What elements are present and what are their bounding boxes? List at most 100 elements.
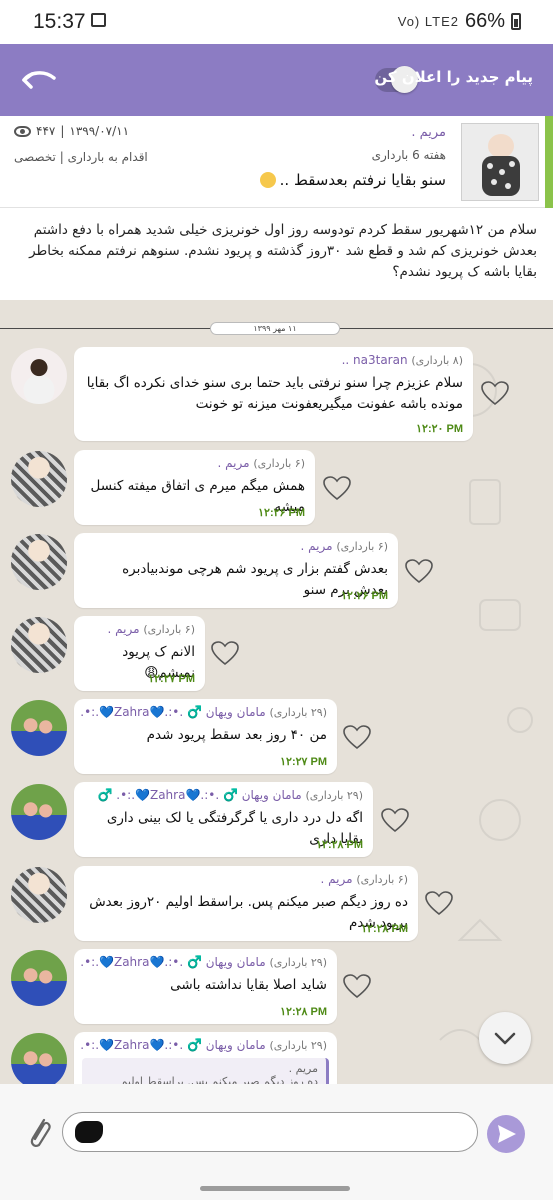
- sender-avatar[interactable]: [11, 784, 67, 840]
- topic-stats: ۱۳۹۹/۰۷/۱۱ | ۴۴۷: [14, 124, 129, 138]
- battery-icon: [511, 13, 521, 30]
- sender-week: (۶ بارداری): [356, 873, 408, 886]
- like-heart-icon[interactable]: [380, 807, 410, 833]
- sad-emoji-icon: [259, 172, 276, 188]
- date-separator: ۱۱ مهر ۱۳۹۹: [210, 322, 340, 335]
- topic-header[interactable]: مریم . هفته 6 بارداری سنو بقایا نرفتم بع…: [0, 116, 553, 208]
- sender-week: (۶ بارداری): [143, 623, 195, 636]
- sender-avatar[interactable]: [11, 700, 67, 756]
- message-time: ۱۲:۲۰ PM: [416, 423, 463, 435]
- message-text: من ۴۰ روز بعد سقط پریود شدم: [146, 727, 327, 743]
- topic-author-avatar[interactable]: [461, 123, 539, 201]
- sender-avatar[interactable]: [11, 348, 67, 404]
- network-icon: Vo) LTE2: [397, 14, 459, 29]
- status-bar: 15:37 Vo) LTE2 66%: [0, 0, 553, 44]
- message-time: ۱۲:۲۸ PM: [280, 1006, 327, 1018]
- sender-week: (۸ بارداری): [411, 354, 463, 367]
- message-time: ۱۲:۲۷ PM: [280, 756, 327, 768]
- message-sender[interactable]: (۶ بارداری) مریم .: [80, 539, 388, 553]
- message-text: شاید اصلا بقایا نداشته باشی: [170, 977, 327, 993]
- sender-name: ماما‌ن ویهان ♂️ .•:.💙Zahra💙.:•. ♂️: [80, 955, 266, 969]
- message-bubble[interactable]: (۶ بارداری) مریم . بعدش گفتم بزار ی پریو…: [74, 533, 398, 608]
- sender-week: (۲۹ بارداری): [305, 789, 363, 802]
- like-heart-icon[interactable]: [424, 890, 454, 916]
- sender-week: (۲۹ بارداری): [269, 706, 327, 719]
- quote-text: ده روز دیگم صبر میکنم پس. براسقط اولیم ۲…: [120, 1075, 318, 1084]
- message-sender[interactable]: (۸ بارداری) na3taran ..: [80, 353, 463, 367]
- sender-week: (۶ بارداری): [336, 540, 388, 553]
- message-bubble[interactable]: (۲۹ بارداری) ماما‌ن ویهان ♂️ .•:.💙Zahra💙…: [74, 699, 337, 774]
- like-heart-icon[interactable]: [210, 640, 240, 666]
- message-input-bar: [0, 1084, 553, 1200]
- message-time: ۱۲:۲۸ PM: [361, 923, 408, 935]
- topic-category: اقدام به بارداری | تخصصی: [14, 150, 148, 164]
- back-arrow-icon[interactable]: [20, 66, 58, 94]
- scroll-down-button[interactable]: [479, 1012, 531, 1064]
- chat-area[interactable]: ۱۱ مهر ۱۳۹۹ (۸ بارداری) na3taran .. سلام…: [0, 300, 553, 1084]
- sender-name: ماما‌ن ویهان ♂️ .•:.💙Zahra💙.:•. ♂️: [80, 1038, 266, 1052]
- topic-accent-bar: [545, 116, 553, 208]
- sender-week: (۲۹ بارداری): [269, 956, 327, 969]
- gallery-notification-icon: [91, 13, 106, 27]
- message-text: سلام عزیزم چرا سنو نرفتی باید حتما بری س…: [84, 373, 463, 415]
- message-bubble[interactable]: (۲۹ بارداری) ماما‌ن ویهان ♂️ .•:.💙Zahra💙…: [74, 949, 337, 1024]
- chevron-down-icon: [494, 1032, 516, 1045]
- sender-name: مریم .: [107, 622, 140, 636]
- topic-description: سلام من ۱۲شهریور سقط کردم تودوسه روز اول…: [0, 208, 553, 300]
- topic-date: ۱۳۹۹/۰۷/۱۱: [69, 124, 130, 138]
- status-time: 15:37: [33, 10, 86, 33]
- message-bubble[interactable]: (۶ بارداری) مریم . الانم ک پریود نمیشم😩 …: [74, 616, 205, 691]
- topic-title: سنو بقایا نرفتم بعدسقط ..: [259, 171, 446, 189]
- eye-icon: [14, 125, 31, 137]
- sender-week: (۲۹ بارداری): [269, 1039, 327, 1052]
- battery-percent: 66%: [464, 10, 505, 32]
- message-bubble[interactable]: (۲۹ بارداری) ماما‌ن ویهان ♂️ .•:.💙Zahra💙…: [74, 1032, 337, 1084]
- message-line: سلام عزیزم چرا سنو نرفتی باید حتما بری س…: [86, 375, 463, 391]
- home-indicator[interactable]: [200, 1186, 350, 1191]
- input-content-scribble: [75, 1121, 103, 1143]
- sender-avatar[interactable]: [11, 1033, 67, 1084]
- sender-avatar[interactable]: [11, 950, 67, 1006]
- topic-views: ۴۴۷: [36, 124, 56, 138]
- sender-avatar[interactable]: [11, 617, 67, 673]
- sender-name: مریم .: [300, 539, 333, 553]
- like-heart-icon[interactable]: [480, 380, 510, 406]
- sender-name: مریم .: [320, 872, 353, 886]
- sender-name: ماما‌ن ویهان ♂️ .•:.💙Zahra💙.:•. ♂️: [80, 705, 266, 719]
- message-sender[interactable]: (۲۹ بارداری) ماما‌ن ویهان ♂️ .•:.💙Zahra💙…: [80, 955, 327, 969]
- message-bubble[interactable]: (۶ بارداری) مریم . ده روز دیگم صبر میکنم…: [74, 866, 418, 941]
- like-heart-icon[interactable]: [404, 558, 434, 584]
- app-bar: پیام جدید را اعلان کن: [0, 44, 553, 116]
- message-sender[interactable]: (۲۹ بارداری) ماما‌ن ویهان ♂️ .•:.💙Zahra💙…: [80, 705, 327, 719]
- attach-paperclip-icon[interactable]: [24, 1112, 54, 1152]
- message-text: ده روز دیگم صبر میکنم پس. براسقط اولیم ۲…: [89, 894, 408, 931]
- quoted-message[interactable]: مریم . ده روز دیگم صبر میکنم پس. براسقط …: [82, 1058, 329, 1084]
- sender-name: مریم .: [217, 456, 250, 470]
- message-sender[interactable]: (۶ بارداری) مریم .: [80, 872, 408, 886]
- quote-author: مریم .: [288, 1062, 318, 1075]
- sender-name: ماما‌ن ویهان ♂️ .•:.💙Zahra💙.:•. ♂️: [97, 788, 302, 802]
- message-time: ۱۲:۲۶ PM: [341, 590, 388, 602]
- sender-avatar[interactable]: [11, 451, 67, 507]
- sender-avatar[interactable]: [11, 867, 67, 923]
- like-heart-icon[interactable]: [322, 475, 352, 501]
- message-sender[interactable]: (۶ بارداری) مریم .: [80, 456, 305, 470]
- message-bubble[interactable]: (۲۹ بارداری) ماما‌ن ویهان ♂️ .•:.💙Zahra💙…: [74, 782, 373, 857]
- message-input[interactable]: [62, 1112, 478, 1152]
- sender-avatar[interactable]: [11, 534, 67, 590]
- message-line: مونده باشه عفونت میگیریعفونت میزنه تو خو…: [195, 396, 463, 412]
- like-heart-icon[interactable]: [342, 724, 372, 750]
- message-bubble[interactable]: (۶ بارداری) مریم . همش میگم میرم ی اتفاق…: [74, 450, 315, 525]
- topic-author[interactable]: مریم .: [411, 125, 446, 140]
- message-sender[interactable]: (۶ بارداری) مریم .: [80, 622, 195, 636]
- stats-divider: |: [60, 124, 65, 138]
- sender-week: (۶ بارداری): [253, 457, 305, 470]
- send-button[interactable]: [487, 1115, 525, 1153]
- message-sender[interactable]: (۲۹ بارداری) ماما‌ن ویهان ♂️ .•:.💙Zahra💙…: [80, 1038, 327, 1052]
- message-time: ۱۲:۲۷ PM: [148, 673, 195, 685]
- notify-label: پیام جدید را اعلان کن: [374, 68, 533, 86]
- message-sender[interactable]: (۲۹ بارداری) ماما‌ن ویهان ♂️ .•:.💙Zahra💙…: [80, 788, 363, 802]
- message-bubble[interactable]: (۸ بارداری) na3taran .. سلام عزیزم چرا س…: [74, 347, 473, 441]
- like-heart-icon[interactable]: [342, 973, 372, 999]
- message-time: ۱۲:۲۸ PM: [316, 839, 363, 851]
